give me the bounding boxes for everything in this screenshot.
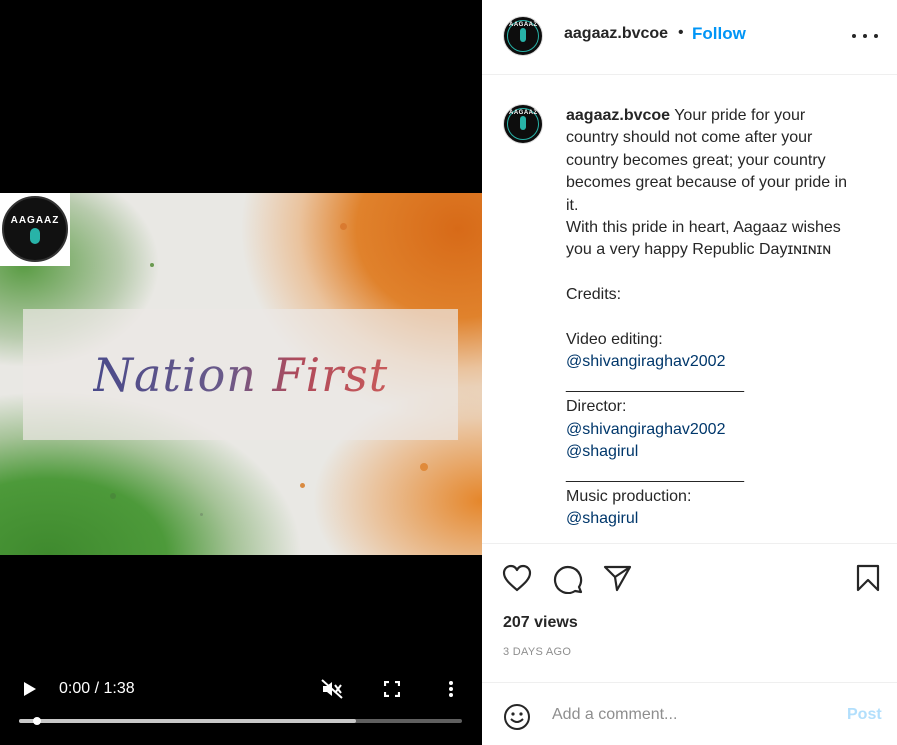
mention-link[interactable]: @shivangiraghav2002 xyxy=(566,353,725,370)
comment-button[interactable] xyxy=(553,564,583,599)
like-button[interactable] xyxy=(502,564,532,597)
caption-section: AAGAAZ aagaaz.bvcoe Your pride for your … xyxy=(482,76,897,543)
mute-button[interactable] xyxy=(319,677,345,701)
emoji-icon xyxy=(504,704,530,730)
post-timestamp[interactable]: 3 DAYS AGO xyxy=(503,646,571,658)
paint-splat xyxy=(340,223,347,230)
caption-body: Your pride for your country should not c… xyxy=(566,107,848,349)
mention-link[interactable]: @shagirul xyxy=(566,510,638,527)
save-button[interactable] xyxy=(855,564,881,597)
paint-splat xyxy=(200,513,203,516)
video-watermark-logo: AAGAAZ xyxy=(0,193,70,266)
mention-link[interactable]: @shivangiraghav2002 xyxy=(566,421,725,438)
follow-button[interactable]: Follow xyxy=(692,24,746,44)
video-player[interactable]: Nation First AAGAAZ 0:00 / 1:38 xyxy=(0,0,482,745)
more-options-icon xyxy=(863,34,867,38)
progress-handle[interactable] xyxy=(33,717,41,725)
share-button[interactable] xyxy=(603,564,633,597)
view-count[interactable]: 207 views xyxy=(503,614,578,632)
paint-splat xyxy=(300,483,305,488)
post-sidebar: AAGAAZ aagaaz.bvcoe • Follow AAGAAZ aaga… xyxy=(482,0,897,745)
play-button[interactable] xyxy=(20,678,40,700)
microphone-icon xyxy=(30,227,40,244)
bookmark-icon xyxy=(856,564,880,592)
video-frame[interactable]: Nation First AAGAAZ xyxy=(0,193,482,555)
fullscreen-button[interactable] xyxy=(381,678,403,700)
header-username[interactable]: aagaaz.bvcoe xyxy=(564,25,668,43)
paint-splat xyxy=(150,263,154,267)
video-title-text: Nation First xyxy=(92,347,389,402)
mute-icon xyxy=(321,679,343,699)
comment-icon xyxy=(554,566,583,595)
more-options-button[interactable] xyxy=(852,24,878,48)
caption-text: aagaaz.bvcoe Your pride for your country… xyxy=(566,105,866,531)
video-controls: 0:00 / 1:38 xyxy=(0,668,482,745)
post-header: AAGAAZ aagaaz.bvcoe • Follow xyxy=(482,0,897,75)
comment-input[interactable] xyxy=(552,703,812,727)
microphone-icon xyxy=(520,116,526,130)
comment-composer: Post xyxy=(482,682,897,745)
fullscreen-icon xyxy=(384,681,400,697)
buffered-range xyxy=(19,719,356,723)
paint-splat xyxy=(420,463,428,471)
logo-wordmark: AAGAAZ xyxy=(10,214,60,226)
logo-circle: AAGAAZ xyxy=(2,196,68,262)
paint-splat xyxy=(110,493,116,499)
caption-director-label: Director: xyxy=(566,398,627,416)
video-menu-button[interactable] xyxy=(442,678,460,700)
post-viewer: Nation First AAGAAZ 0:00 / 1:38 AAGAAZ a… xyxy=(0,0,897,745)
progress-bar[interactable] xyxy=(19,717,462,725)
caption-music-label: Music production: xyxy=(566,487,692,505)
time-display: 0:00 / 1:38 xyxy=(59,680,135,697)
caption-separator: ____________________ xyxy=(566,465,744,483)
title-banner: Nation First xyxy=(23,309,458,440)
post-comment-button[interactable]: Post xyxy=(847,706,882,724)
separator-dot: • xyxy=(678,24,684,41)
avatar[interactable]: AAGAAZ xyxy=(503,16,543,56)
caption-avatar[interactable]: AAGAAZ xyxy=(503,104,543,144)
kebab-menu-icon xyxy=(449,681,453,697)
more-options-icon xyxy=(852,34,856,38)
action-bar: 207 views 3 DAYS AGO xyxy=(482,543,897,682)
caption-username[interactable]: aagaaz.bvcoe xyxy=(566,107,670,124)
play-icon xyxy=(24,682,36,696)
caption-separator: ____________________ xyxy=(566,375,744,393)
more-options-icon xyxy=(874,34,878,38)
share-icon xyxy=(603,565,632,592)
mention-link[interactable]: @shagirul xyxy=(566,443,638,460)
heart-icon xyxy=(502,564,532,592)
microphone-icon xyxy=(520,28,526,42)
emoji-button[interactable] xyxy=(503,703,531,736)
